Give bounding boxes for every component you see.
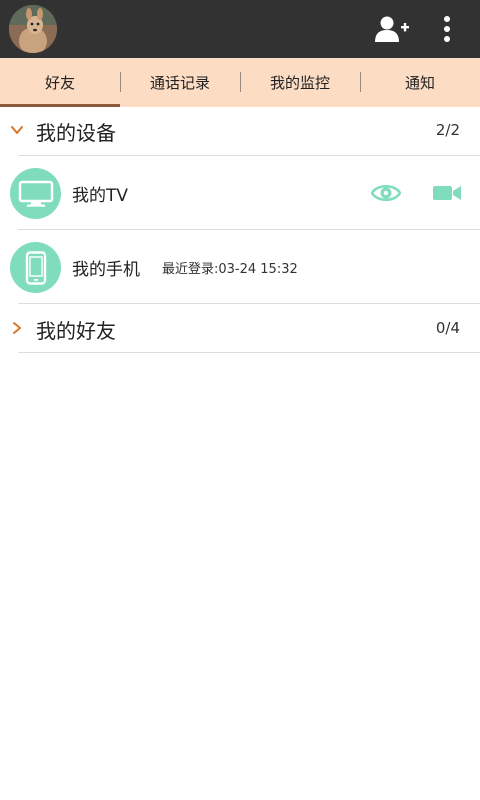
chevron-right-icon	[13, 322, 21, 334]
device-item-tv[interactable]: 我的TV	[0, 156, 480, 230]
phone-icon	[10, 242, 61, 293]
tab-notifications[interactable]: 通知	[360, 58, 480, 107]
more-options-button[interactable]	[432, 10, 462, 48]
group-title: 我的好友	[36, 319, 116, 343]
tab-friends[interactable]: 好友	[0, 58, 120, 107]
divider	[18, 352, 480, 353]
video-camera-icon	[433, 186, 461, 200]
add-user-icon	[375, 16, 409, 42]
tv-icon	[10, 168, 61, 219]
top-bar	[0, 0, 480, 58]
group-title: 我的设备	[36, 121, 116, 145]
group-count: 2/2	[435, 121, 460, 139]
add-friend-button[interactable]	[372, 12, 412, 46]
tab-bar: 好友 通话记录 我的监控 通知	[0, 58, 480, 107]
device-name: 我的TV	[72, 186, 129, 206]
monitor-button[interactable]	[370, 178, 402, 208]
kangaroo-avatar-icon	[9, 5, 57, 53]
last-login-text: 最近登录:03-24 15:32	[162, 262, 298, 277]
avatar[interactable]	[9, 5, 57, 53]
chevron-down-icon	[11, 126, 23, 134]
app-screen: 好友 通话记录 我的监控 通知 我的设备 2/2 我的TV 我的手机 最近登录:…	[0, 0, 480, 800]
more-vertical-icon	[444, 16, 450, 42]
tab-call-history[interactable]: 通话记录	[120, 58, 240, 107]
group-header-friends[interactable]: 我的好友 0/4	[0, 305, 480, 353]
eye-icon	[371, 185, 401, 201]
divider	[18, 303, 480, 304]
group-count: 0/4	[435, 319, 460, 337]
tab-my-monitoring[interactable]: 我的监控	[240, 58, 360, 107]
video-call-button[interactable]	[430, 178, 464, 208]
device-name: 我的手机	[72, 260, 140, 280]
group-header-devices[interactable]: 我的设备 2/2	[0, 107, 480, 155]
device-item-phone[interactable]: 我的手机 最近登录:03-24 15:32	[0, 230, 480, 304]
